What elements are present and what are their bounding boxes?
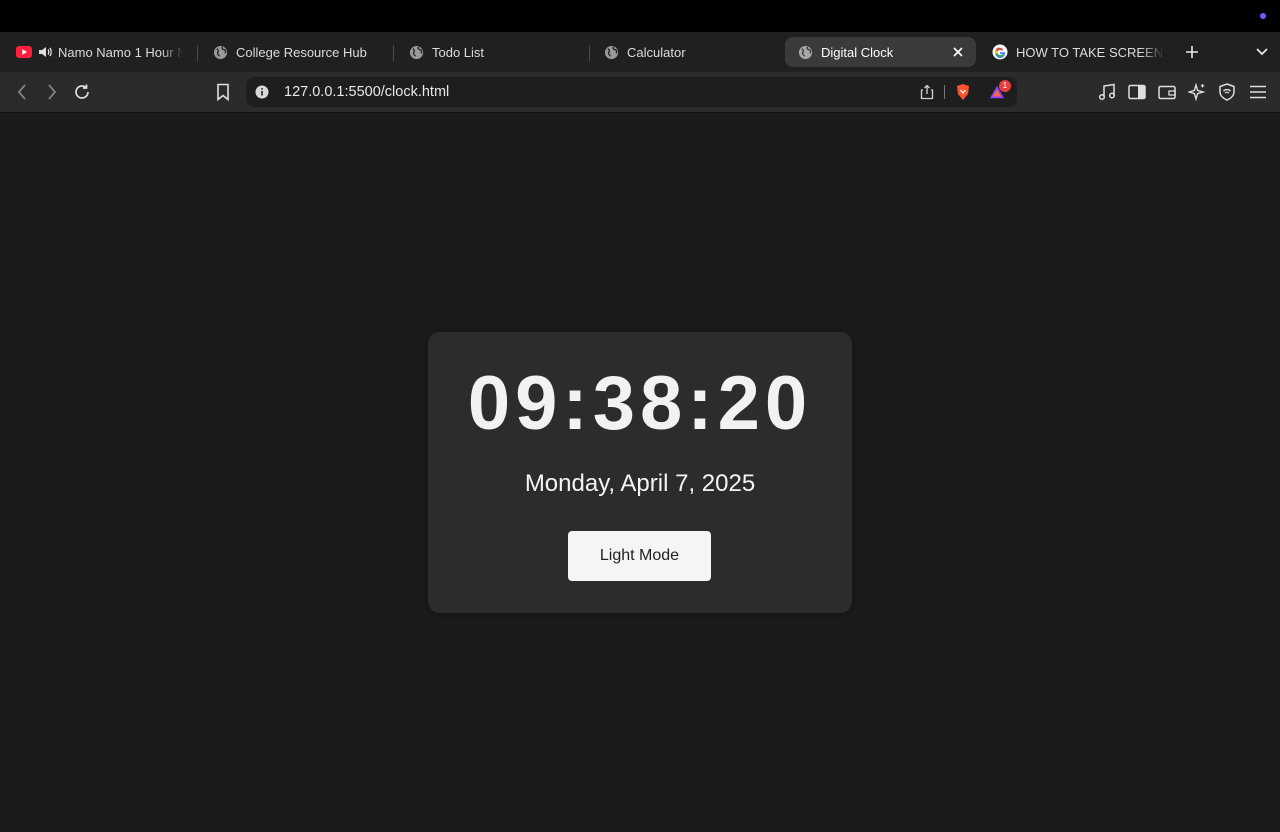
wallet-button[interactable] [1157,82,1177,102]
clock-time: 09:38:20 [467,361,813,446]
music-note-icon [1098,83,1116,101]
sidebar-button[interactable] [1127,82,1147,102]
tab-label: College Resource Hub [236,44,367,60]
tab-calculator[interactable]: Calculator [595,37,777,67]
share-icon[interactable] [919,84,935,100]
light-mode-button[interactable]: Light Mode [568,531,711,581]
tab-digital-clock[interactable]: Digital Clock [785,37,976,67]
brave-shields-icon[interactable] [955,84,971,100]
url-text: 127.0.0.1:5500/clock.html [284,84,450,100]
youtube-icon [16,44,32,60]
tab-list-button[interactable] [1252,42,1272,62]
hamburger-menu-icon [1250,85,1266,99]
forward-button[interactable] [42,82,62,102]
reload-button[interactable] [72,82,92,102]
vpn-button[interactable] [1217,82,1237,102]
menu-button[interactable] [1248,82,1268,102]
tab-strip: Namo Namo 1 Hour No College Resource Hub… [0,32,1280,72]
tab-label: Calculator [627,44,686,60]
new-tab-button[interactable] [1182,42,1202,62]
tab-college-resource-hub[interactable]: College Resource Hub [204,37,386,67]
address-bar[interactable]: 127.0.0.1:5500/clock.html 1 [246,77,1017,107]
speaker-icon[interactable] [38,44,52,60]
status-dot-icon [1260,13,1266,19]
bookmark-button[interactable] [213,82,233,102]
tab-how-to-take-screen[interactable]: HOW TO TAKE SCREEN S [984,37,1164,67]
media-button[interactable] [1097,82,1117,102]
rewards-badge: 1 [999,80,1011,92]
globe-icon [408,44,424,60]
shield-icon [1219,83,1235,101]
sparkle-icon [1188,83,1206,101]
tab-label: Todo List [432,44,485,60]
globe-icon [212,44,228,60]
chevron-down-icon [1256,48,1268,56]
sidebar-icon [1128,84,1146,100]
clock-date: Monday, April 7, 2025 [524,470,756,497]
reload-icon [75,84,89,99]
plus-icon [1186,46,1198,58]
chevron-left-icon [17,84,26,100]
system-top-bar [0,0,1280,32]
leo-ai-button[interactable] [1187,82,1207,102]
globe-icon [603,44,619,60]
tab-todo-list[interactable]: Todo List [400,37,582,67]
chevron-right-icon [48,84,57,100]
browser-toolbar: 127.0.0.1:5500/clock.html 1 [0,72,1280,113]
bookmark-icon [217,83,229,101]
globe-icon [797,44,813,60]
tab-namo-namo[interactable]: Namo Namo 1 Hour No [8,37,184,67]
wallet-icon [1158,85,1176,100]
tab-label: Digital Clock [821,44,894,60]
site-info-icon[interactable] [254,84,270,100]
close-tab-icon[interactable] [950,44,966,60]
back-button[interactable] [12,82,32,102]
google-icon [992,44,1008,60]
